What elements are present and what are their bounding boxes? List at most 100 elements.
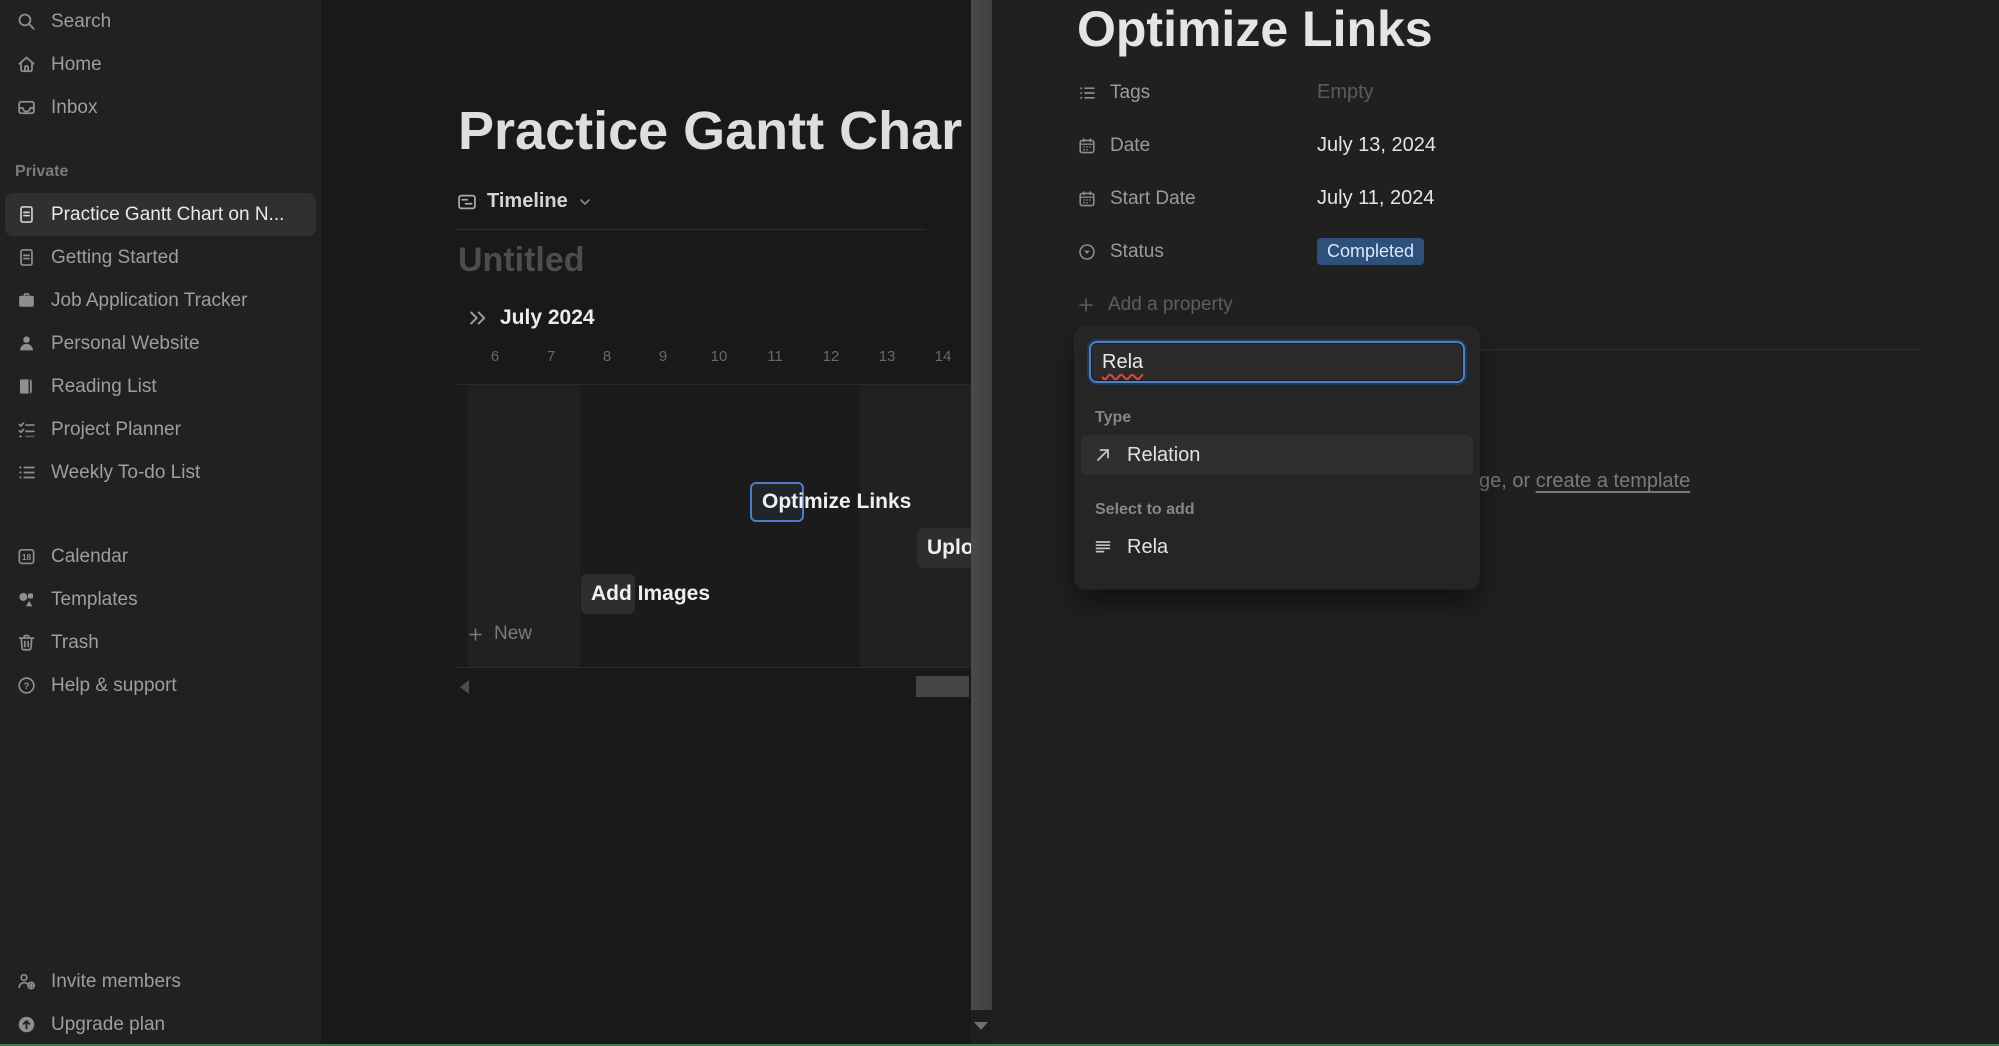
property-label-status[interactable]: Status [1077, 241, 1317, 263]
sidebar-item-label: Templates [51, 589, 138, 611]
scroll-down-arrow-icon[interactable] [974, 1022, 988, 1030]
day-header: 14 [915, 348, 971, 365]
sidebar-item-label: Home [51, 54, 102, 76]
property-value-date[interactable]: July 13, 2024 [1317, 134, 1436, 157]
property-name: Date [1110, 135, 1150, 157]
sidebar-item-job-tracker[interactable]: Job Application Tracker [5, 279, 316, 322]
sidebar: Search Home Inbox Private Practice Gantt… [0, 0, 321, 1046]
property-label-tags[interactable]: Tags [1077, 82, 1317, 104]
property-name: Tags [1110, 82, 1150, 104]
sidebar-item-getting-started[interactable]: Getting Started [5, 236, 316, 279]
briefcase-icon [15, 290, 37, 312]
sidebar-item-upgrade-plan[interactable]: Upgrade plan [5, 1003, 316, 1046]
sidebar-item-templates[interactable]: Templates [5, 578, 316, 621]
inbox-icon [15, 97, 37, 119]
sidebar-item-label: Weekly To-do List [51, 462, 200, 484]
sidebar-item-trash[interactable]: Trash [5, 621, 316, 664]
timeline-bar-add-images[interactable]: Add Images [581, 574, 635, 614]
scroll-left-arrow-icon[interactable] [460, 680, 469, 694]
page-icon [15, 247, 37, 269]
day-header: 6 [467, 348, 523, 365]
add-property-label: Add a property [1108, 294, 1233, 316]
day-header: 13 [859, 348, 915, 365]
property-label-start-date[interactable]: Start Date [1077, 188, 1317, 210]
sidebar-item-calendar[interactable]: 18 Calendar [5, 535, 316, 578]
day-header: 8 [579, 348, 635, 365]
sidebar-item-label: Trash [51, 632, 99, 654]
property-name: Start Date [1110, 188, 1196, 210]
sidebar-item-help[interactable]: ? Help & support [5, 664, 316, 707]
person-icon [15, 333, 37, 355]
popup-option-rela[interactable]: Rela [1081, 527, 1473, 567]
sidebar-item-label: Job Application Tracker [51, 290, 247, 312]
tab-timeline[interactable]: Timeline [456, 190, 593, 213]
timeline-bar-label: Uplo [917, 536, 974, 560]
plus-icon [1077, 296, 1095, 314]
property-value-start-date[interactable]: July 11, 2024 [1317, 187, 1435, 210]
page-title[interactable]: Practice Gantt Char [458, 100, 962, 162]
sidebar-item-weekly-todo[interactable]: Weekly To-do List [5, 451, 316, 494]
vertical-scrollbar-track[interactable] [971, 0, 992, 1046]
property-value-tags[interactable]: Empty [1317, 81, 1374, 104]
status-badge[interactable]: Completed [1317, 238, 1424, 265]
notion-app: Search Home Inbox Private Practice Gantt… [0, 0, 1999, 1046]
calendar-18-icon: 18 [15, 546, 37, 568]
popup-option-label: Relation [1127, 444, 1200, 467]
calendar-icon [1077, 136, 1097, 156]
home-icon [15, 54, 37, 76]
vertical-scrollbar-thumb[interactable] [971, 0, 992, 1010]
sidebar-item-search[interactable]: Search [5, 0, 316, 43]
peek-panel: Optimize Links Tags Empty Date [992, 0, 1999, 1046]
help-icon: ? [15, 675, 37, 697]
add-property-button[interactable]: Add a property [1077, 278, 1920, 331]
upgrade-icon [15, 1014, 37, 1036]
sidebar-item-reading-list[interactable]: Reading List [5, 365, 316, 408]
timeline-view-icon [456, 191, 478, 213]
bulleted-list-icon [1077, 83, 1097, 103]
sidebar-item-label: Upgrade plan [51, 1014, 165, 1036]
sidebar-item-inbox[interactable]: Inbox [5, 86, 316, 129]
timeline-body: Optimize Links Uplo Add Images New [457, 384, 975, 667]
trash-icon [15, 632, 37, 654]
property-row-tags: Tags Empty [1077, 66, 1920, 119]
double-chevron-right-icon[interactable] [467, 307, 489, 329]
create-template-link[interactable]: create a template [1536, 470, 1691, 492]
sidebar-item-label: Getting Started [51, 247, 179, 269]
property-name-input[interactable]: Rela [1089, 341, 1465, 383]
sidebar-item-personal-website[interactable]: Personal Website [5, 322, 316, 365]
text-lines-icon [1093, 537, 1113, 557]
search-icon [15, 11, 37, 33]
book-icon [15, 376, 37, 398]
popup-option-relation[interactable]: Relation [1081, 435, 1473, 475]
sidebar-item-label: Inbox [51, 97, 97, 119]
sidebar-item-invite-members[interactable]: Invite members [5, 960, 316, 1003]
property-label-date[interactable]: Date [1077, 135, 1317, 157]
timeline-board-title[interactable]: Untitled [458, 241, 585, 280]
timeline-bar-optimize-links[interactable]: Optimize Links [750, 482, 804, 522]
popup-option-label: Rela [1127, 536, 1168, 559]
sidebar-item-label: Personal Website [51, 333, 200, 355]
plus-icon [467, 626, 484, 643]
peek-page-title[interactable]: Optimize Links [1077, 0, 1433, 58]
timeline-new-button[interactable]: New [467, 623, 532, 645]
day-header: 7 [523, 348, 579, 365]
sidebar-item-label: Practice Gantt Chart on N... [51, 204, 284, 226]
property-row-status: Status Completed [1077, 225, 1920, 278]
timeline-bar-upload[interactable]: Uplo [917, 528, 975, 568]
sidebar-item-label: Project Planner [51, 419, 181, 441]
new-property-popup: Rela Type Relation Select to add Rela [1075, 327, 1479, 589]
chevron-down-icon[interactable] [577, 194, 593, 210]
sidebar-item-label: Invite members [51, 971, 181, 993]
sidebar-item-practice-gantt[interactable]: Practice Gantt Chart on N... [5, 193, 316, 236]
property-row-date: Date July 13, 2024 [1077, 119, 1920, 172]
property-value-status[interactable]: Completed [1317, 238, 1424, 265]
timeline-month-label: July 2024 [500, 306, 595, 330]
horizontal-scrollbar-thumb[interactable] [916, 676, 969, 697]
svg-text:18: 18 [21, 552, 31, 562]
timeline-bar-label: Add Images [581, 582, 710, 606]
hint-text: ge, or [1479, 470, 1536, 492]
sidebar-item-project-planner[interactable]: Project Planner [5, 408, 316, 451]
tab-divider [456, 229, 926, 230]
sidebar-item-home[interactable]: Home [5, 43, 316, 86]
private-section-label: Private [15, 163, 306, 181]
